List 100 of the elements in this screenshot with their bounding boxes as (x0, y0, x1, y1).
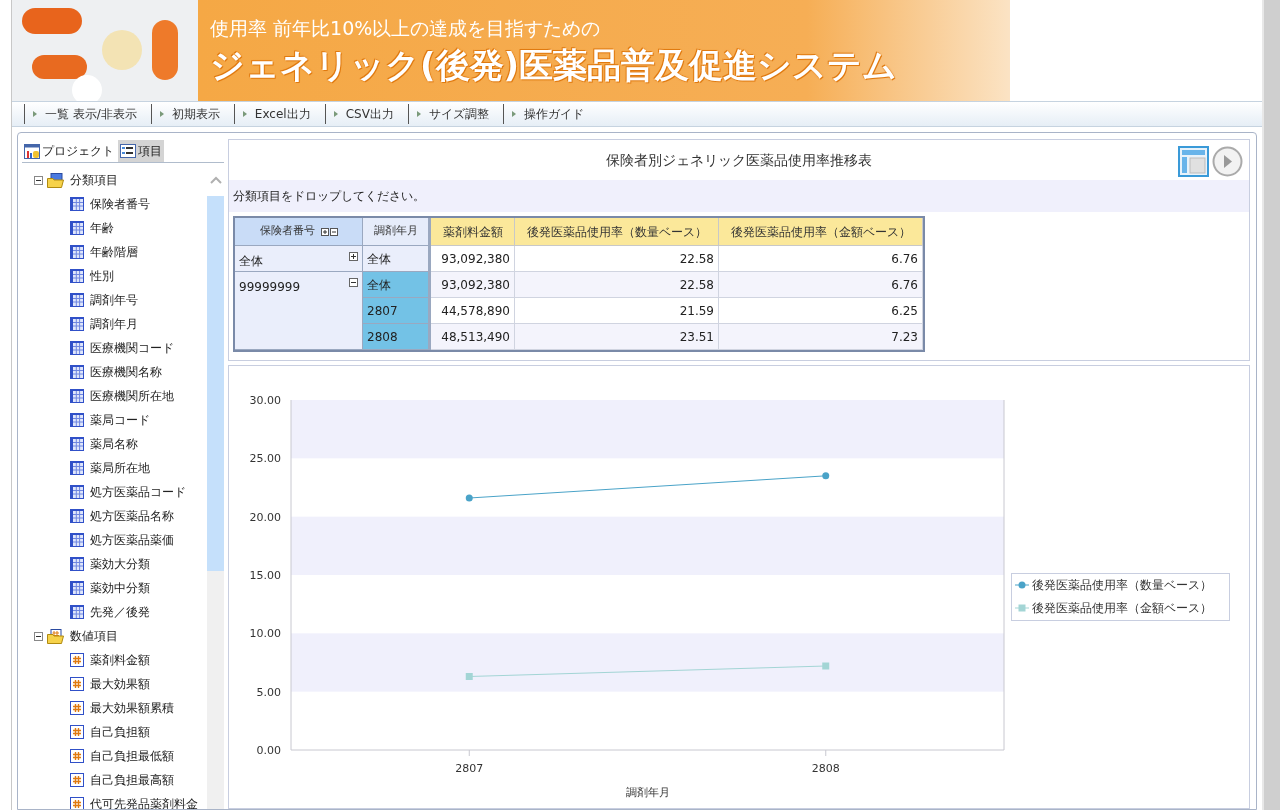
y-tick-label: 10.00 (249, 627, 281, 641)
hash-icon (70, 725, 84, 739)
tree-item[interactable]: 薬局コード (90, 411, 150, 429)
table-cell: 7.23 (719, 324, 923, 350)
column-header[interactable]: 調剤年月 (363, 218, 431, 246)
tree-item[interactable]: 医療機関名称 (90, 363, 162, 381)
tree-item[interactable]: 医療機関コード (90, 339, 174, 357)
tree-item[interactable]: 最大効果額 (90, 675, 150, 693)
folder-icon (47, 628, 64, 644)
tree-item[interactable]: 薬効中分類 (90, 579, 150, 597)
hash-icon (70, 701, 84, 715)
row-header: 全体 (239, 253, 263, 270)
row-header: 2807 (363, 298, 431, 324)
table-cell: 93,092,380 (431, 272, 515, 298)
arrow-icon (333, 111, 338, 117)
chart-icon (24, 142, 40, 159)
x-axis-title: 調剤年月 (625, 786, 670, 799)
tree-item[interactable]: 最大効果額累積 (90, 699, 174, 717)
expander-icon[interactable] (349, 252, 358, 261)
hash-icon (70, 797, 84, 809)
data-point (822, 472, 830, 480)
table-cell: 21.59 (515, 298, 719, 324)
tree-item[interactable]: 分類項目 (70, 171, 118, 189)
banner-title: ジェネリック(後発)医薬品普及促進システム (210, 43, 899, 87)
panel-tab[interactable]: プロジェクト (22, 139, 116, 162)
play-icon[interactable] (1212, 146, 1243, 177)
arrow-icon (33, 111, 37, 117)
hash-icon (70, 677, 84, 691)
table-cell: 22.58 (515, 272, 719, 298)
tree-item[interactable]: 処方医薬品薬価 (90, 531, 174, 549)
tree-item[interactable]: 性別 (90, 267, 114, 285)
arrow-icon (511, 111, 516, 117)
toolbar-button[interactable]: CSV出力 (324, 104, 408, 124)
tree-item[interactable]: 薬剤料金額 (90, 651, 150, 669)
column-header: 後発医薬品使用率（数量ベース） (515, 218, 719, 246)
hash-icon (70, 653, 84, 667)
expand-collapse-icon[interactable] (320, 227, 338, 236)
toolbar-button[interactable]: 一覧 表示/非表示 (24, 104, 151, 124)
y-tick-label: 0.00 (256, 744, 281, 757)
grid-icon (70, 269, 84, 283)
tree-item[interactable]: 代可先発品薬剤料金 (90, 795, 198, 809)
table-cell: 6.76 (719, 246, 923, 272)
tree-item[interactable]: 調剤年号 (90, 291, 138, 309)
tree-item[interactable]: 処方医薬品コード (90, 483, 186, 501)
tree-item[interactable]: 薬局名称 (90, 435, 138, 453)
arrow-icon (242, 111, 247, 117)
toolbar-button[interactable]: 操作ガイド (502, 104, 598, 124)
row-header: 全体 (363, 272, 431, 298)
tree-item[interactable]: 先発／後発 (90, 603, 150, 621)
toolbar-button[interactable]: 初期表示 (150, 104, 234, 124)
tree-item[interactable]: 自己負担最低額 (90, 747, 174, 765)
tree-item[interactable]: 年齢階層 (90, 243, 138, 261)
y-tick-label: 15.00 (249, 569, 281, 582)
expander-icon[interactable] (34, 175, 43, 185)
grid-icon (70, 341, 84, 355)
expander-icon[interactable] (34, 631, 43, 641)
tree-item[interactable]: 数値項目 (70, 627, 118, 645)
data-point (465, 494, 473, 502)
tree-item[interactable]: 年齢 (90, 219, 114, 237)
grid-icon (70, 533, 84, 547)
panel-tab[interactable]: 項目 (118, 139, 164, 162)
grid-icon (70, 317, 84, 331)
legend-label: 後発医薬品使用率（金額ベース） (1032, 601, 1212, 615)
y-tick-label: 20.00 (249, 510, 281, 524)
toolbar-button[interactable]: Excel出力 (233, 104, 325, 124)
tree-item[interactable]: 調剤年月 (90, 315, 138, 333)
banner-subtitle: 使用率 前年比10%以上の達成を目指すための (210, 15, 602, 41)
y-tick-label: 25.00 (249, 452, 281, 466)
tree-item[interactable]: 薬局所在地 (90, 459, 150, 477)
row-header: 2808 (363, 324, 431, 350)
folder-icon (47, 172, 64, 188)
grid-icon (70, 365, 84, 379)
column-header: 薬剤料金額 (431, 218, 515, 246)
arrow-icon (416, 111, 421, 117)
grid-icon (70, 437, 84, 451)
arrow-icon (159, 111, 164, 117)
drop-hint: 分類項目をドロップしてください。 (233, 188, 425, 205)
x-tick-label: 2807 (455, 762, 484, 775)
tree-item[interactable]: 医療機関所在地 (90, 387, 174, 405)
report-title: 保険者別ジェネリック医薬品使用率推移表 (606, 150, 872, 170)
tree-item[interactable]: 処方医薬品名称 (90, 507, 174, 525)
grid-icon (70, 197, 84, 211)
table-cell: 6.76 (719, 272, 923, 298)
tree-item[interactable]: 自己負担最高額 (90, 771, 174, 789)
row-header: 99999999 (239, 279, 301, 296)
list-icon (120, 142, 136, 159)
layout-icon[interactable] (1178, 146, 1209, 177)
toolbar-button[interactable]: サイズ調整 (407, 104, 503, 124)
hash-icon (70, 773, 84, 787)
grid-icon (70, 413, 84, 427)
tree-item[interactable]: 薬効大分類 (90, 555, 150, 573)
hash-icon (70, 749, 84, 763)
tree-item[interactable]: 自己負担額 (90, 723, 150, 741)
table-cell: 48,513,490 (431, 324, 515, 350)
grid-icon (70, 221, 84, 235)
expander-icon[interactable] (349, 278, 358, 287)
table-cell: 44,578,890 (431, 298, 515, 324)
tree-item[interactable]: 保険者番号 (90, 195, 150, 213)
grid-icon (70, 509, 84, 523)
grid-icon (70, 485, 84, 499)
